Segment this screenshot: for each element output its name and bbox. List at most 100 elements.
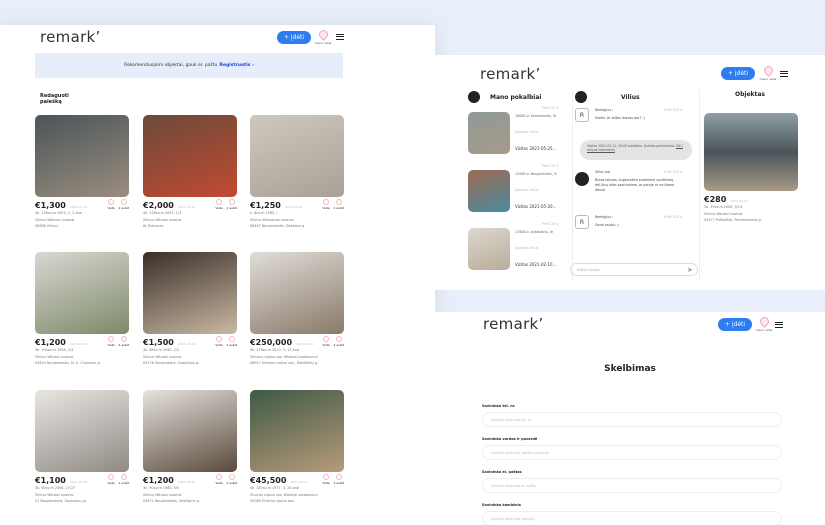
- floor-button[interactable]: 2 aukšt: [227, 199, 237, 210]
- listing-price: €1,100: [35, 476, 66, 485]
- listing-card[interactable]: €2,000 2021-03-10 Vieta 2 aukšt 4k. 138кv.m …: [143, 115, 237, 230]
- banner-text: Rekomenduojami objektai, gauk el. paštu: [124, 63, 218, 68]
- form-input[interactable]: įveskite savininko komisinį: [482, 511, 782, 525]
- listing-actions: Vieta 2 aukšt: [215, 474, 237, 485]
- map-label: Vieta: [107, 481, 115, 485]
- listing-date: 2021-03-10: [284, 205, 303, 209]
- conversation-item[interactable]: Prieš 20 d 1200Eur. Naujamiestis, N Agenta…: [468, 164, 573, 214]
- listing-info: 08698 Vilnius: [35, 224, 58, 228]
- form-input[interactable]: įveskite savininko tel. nr.: [482, 412, 782, 427]
- conversation-item[interactable]: Prieš 20 d 1350Eur. Antakalnis, Ie Agentas…: [468, 222, 573, 272]
- logo[interactable]: remarkʼ: [483, 315, 544, 333]
- avatar: [575, 91, 587, 103]
- conversations-title: Mano pokalbiai: [490, 93, 542, 101]
- map-label: Vieta: [107, 206, 115, 210]
- floor-button[interactable]: 2 aukšt: [227, 474, 237, 485]
- conversation-item[interactable]: Prieš 20 d 1900Eur. Senamiestis, Te Agenta…: [468, 106, 573, 156]
- logo[interactable]: remarkʼ: [480, 65, 541, 83]
- map-label: Vieta: [322, 343, 330, 347]
- listing-date: 2021-03-10: [69, 342, 88, 346]
- listing-card[interactable]: €45,500 2021-03-10 Vieta 2 aukšt 4k. 187кv.m…: [250, 390, 344, 505]
- floor-label: 2 aukšt: [226, 206, 237, 210]
- map-button[interactable]: Vieta: [215, 474, 223, 485]
- object-card[interactable]: €280 2021-03-10 1k. 39кv.m 2006, 5/13 Vil…: [704, 113, 798, 224]
- menu-icon[interactable]: [775, 322, 783, 328]
- listing-actions: Vieta 2 aukšt: [322, 336, 344, 347]
- edit-search-link[interactable]: Redaguoti paiešką: [40, 93, 80, 105]
- floor-button[interactable]: 2 aukšt: [334, 199, 344, 210]
- location-icon: [323, 474, 330, 480]
- add-listing-button[interactable]: + įdėti: [721, 67, 755, 80]
- send-icon[interactable]: ➤: [687, 266, 693, 274]
- listing-card[interactable]: €1,200 2021-03-10 Vieta 2 aukšt 3k. 194кv.m …: [35, 252, 129, 367]
- map-button[interactable]: Vieta: [322, 474, 330, 485]
- listing-image: [143, 115, 237, 197]
- system-message: Vizitas 2021-03-11, 16:00 suteiktas. Kvi…: [580, 140, 692, 160]
- listing-card[interactable]: €1,300 2021-03-10 Vieta 2 aukšt 4k. 138кv.m …: [35, 115, 129, 230]
- map-button[interactable]: Vieta: [107, 474, 115, 485]
- listing-card[interactable]: €250,000 2021-03-10 Vieta 2 aukšt 5k. 176кv.…: [250, 252, 344, 367]
- listing-image: [250, 252, 344, 334]
- floor-button[interactable]: 2 aukšt: [119, 199, 129, 210]
- location-icon: [216, 474, 223, 480]
- map-button[interactable]: Vieta: [322, 336, 330, 347]
- map-button[interactable]: Vieta: [322, 199, 330, 210]
- message-sender: Remigijus :: [595, 108, 614, 112]
- field-label: Savininko vardas ir pavardė: [482, 437, 538, 441]
- conversation-agent: Agentas Vilius: [515, 188, 539, 192]
- register-link[interactable]: Registruotis ›: [219, 63, 253, 68]
- floor-button[interactable]: 2 aukšt: [227, 336, 237, 347]
- location-icon: [323, 199, 330, 205]
- message-sender: Remigijus :: [595, 215, 614, 219]
- menu-icon[interactable]: [336, 34, 344, 40]
- logo[interactable]: remarkʼ: [40, 28, 101, 46]
- map-label: Vieta: [215, 481, 223, 485]
- listing-info: 04672 Naujamiestis, Vaidilgirio g.: [143, 499, 200, 503]
- pin-icon: [228, 199, 235, 205]
- floor-button[interactable]: 2 aukšt: [334, 336, 344, 347]
- profile-button[interactable]: mano rašai: [753, 315, 775, 332]
- listing-card[interactable]: €1,250 2021-03-10 Vieta 2 aukšt k. 8кv.m 198…: [250, 115, 344, 230]
- listing-date: 2021-03-10: [290, 480, 308, 484]
- message-input[interactable]: Rašyti žinutę: [570, 263, 698, 276]
- chat-title: Vilius: [621, 93, 640, 101]
- listing-form-page: remarkʼ + įdėti mano rašai Skelbimas Sav…: [435, 312, 825, 525]
- listing-actions: Vieta 2 aukšt: [107, 474, 129, 485]
- chat-header: Vilius: [575, 91, 640, 103]
- chat-message: Vilius Jud Prieš 120 d Butas laisvas, suga…: [575, 170, 690, 200]
- menu-icon[interactable]: [780, 71, 788, 77]
- floor-button[interactable]: 2 aukšt: [119, 336, 129, 347]
- listing-card[interactable]: €1,500 2021-03-10 Vieta 2 aukšt 3k. 88кv.m 1…: [143, 252, 237, 367]
- listing-image: [35, 115, 129, 197]
- profile-button[interactable]: mano rašai: [312, 28, 334, 45]
- profile-button[interactable]: mano rašai: [757, 64, 779, 81]
- listing-info: 03089 Širvintų rajono sav.: [250, 499, 295, 503]
- floor-button[interactable]: 2 aukšt: [334, 474, 344, 485]
- conversation-image: [468, 170, 510, 212]
- map-button[interactable]: Vieta: [215, 336, 223, 347]
- listing-image: [35, 390, 129, 472]
- map-button[interactable]: Vieta: [107, 336, 115, 347]
- listing-card[interactable]: €1,100 2021-03-10 Vieta 2 aukšt 3k. 90кv.m 2…: [35, 390, 129, 505]
- object-header: Objektas: [735, 91, 765, 98]
- add-listing-button[interactable]: + įdėti: [277, 31, 311, 44]
- pin-icon: [335, 199, 342, 205]
- form-input[interactable]: įveskite savininko el. paštą: [482, 478, 782, 493]
- listing-price: €250,000: [250, 338, 293, 347]
- chat-page: remarkʼ + įdėti mano rašai Mano pokalbia…: [435, 55, 825, 290]
- register-banner: Rekomenduojami objektai, gauk el. paštu R…: [35, 53, 343, 78]
- map-button[interactable]: Vieta: [107, 199, 115, 210]
- form-input[interactable]: įveskite savininko vardą ir pavardę: [482, 445, 782, 460]
- floor-label: 2 aukšt: [226, 481, 237, 485]
- floor-label: 2 aukšt: [333, 481, 344, 485]
- map-button[interactable]: Vieta: [215, 199, 223, 210]
- listing-date: 2021-03-10: [177, 205, 196, 209]
- listing-price: €1,500: [143, 338, 174, 347]
- add-listing-button[interactable]: + įdėti: [718, 318, 752, 331]
- chat-message: R Remigijus : Prieš 120 d Sveiki. Ar būtas …: [575, 108, 690, 138]
- listing-card[interactable]: €1,200 2021-03-10 Vieta 2 aukšt 3k. 90кv.m 1…: [143, 390, 237, 505]
- location-icon: [108, 336, 115, 342]
- map-label: Vieta: [322, 481, 330, 485]
- listing-date: 2021-03-10: [69, 205, 88, 209]
- floor-button[interactable]: 2 aukšt: [119, 474, 129, 485]
